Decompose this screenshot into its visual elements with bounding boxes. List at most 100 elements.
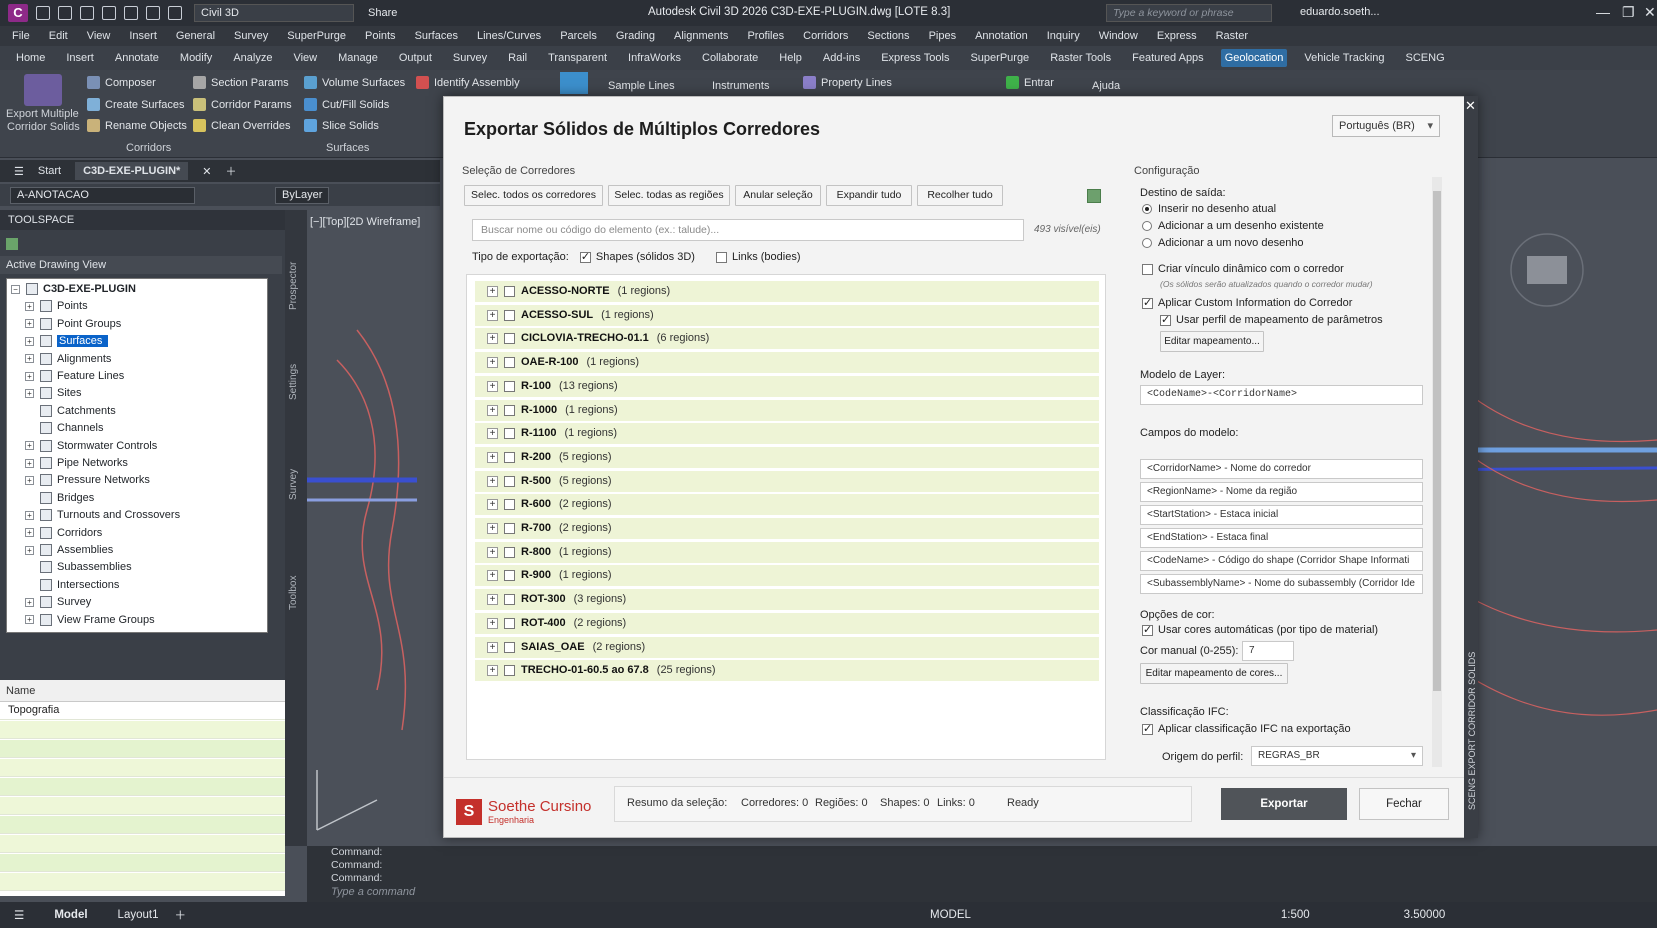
menu-item-inquiry[interactable]: Inquiry [1047, 30, 1080, 42]
expand-icon[interactable]: + [487, 594, 498, 606]
open-icon[interactable] [58, 6, 72, 20]
auto-colors-checkbox[interactable]: Usar cores automáticas (por tipo de mate… [1142, 623, 1378, 636]
expand-icon[interactable]: + [487, 499, 498, 511]
saveas-icon[interactable] [102, 6, 116, 20]
menu-item-express[interactable]: Express [1157, 30, 1197, 42]
sample-lines-icon[interactable] [560, 72, 588, 94]
sample-lines-button[interactable]: Sample Lines [608, 80, 675, 92]
name-column-header[interactable]: Name [0, 680, 285, 702]
dialog-close-icon[interactable]: ✕ [1465, 98, 1476, 114]
undo-icon[interactable] [146, 6, 160, 20]
list-row[interactable] [0, 797, 285, 815]
menu-item-raster[interactable]: Raster [1216, 30, 1248, 42]
app-logo[interactable]: C [8, 4, 28, 22]
ribbon-tab-vehicle-tracking[interactable]: Vehicle Tracking [1300, 49, 1388, 67]
start-tab[interactable]: Start [38, 165, 61, 177]
ribbon-tab-help[interactable]: Help [775, 49, 806, 67]
identify-assembly-button[interactable]: Identify Assembly [416, 76, 520, 89]
active-view-select[interactable]: Active Drawing View [0, 256, 282, 274]
menu-item-general[interactable]: General [176, 30, 215, 42]
corridor-checkbox[interactable] [504, 665, 515, 677]
select-all-corridors-button[interactable]: Selec. todos os corredores [464, 185, 603, 206]
section-params-button[interactable]: Section Params [193, 76, 289, 89]
edit-colors-button[interactable]: Editar mapeamento de cores... [1140, 663, 1288, 684]
corridor-row[interactable]: + ACESSO-NORTE (1 regions) [475, 281, 1099, 302]
tree-item-corridors[interactable]: + Corridors [25, 525, 102, 542]
element-search-input[interactable]: Buscar nome ou código do elemento (ex.: … [472, 219, 1024, 241]
annotation-scale[interactable]: 1:500 [1281, 909, 1310, 921]
corridor-row[interactable]: + R-600 (2 regions) [475, 494, 1099, 516]
corridor-solids-label[interactable]: Corridor Solids [7, 121, 80, 133]
toolspace-icon[interactable] [6, 238, 18, 250]
corridor-row[interactable]: + R-1100 (1 regions) [475, 423, 1099, 445]
user-name[interactable]: eduardo.soeth... [1300, 6, 1380, 18]
corridor-checkbox[interactable] [504, 546, 515, 558]
expand-icon[interactable]: + [487, 380, 498, 392]
expand-icon[interactable]: + [25, 441, 34, 451]
menu-item-pipes[interactable]: Pipes [929, 30, 957, 42]
param-profile-checkbox[interactable]: Usar perfil de mapeamento de parâmetros [1160, 313, 1383, 326]
corridor-checkbox[interactable] [504, 570, 515, 582]
tree-item-point-groups[interactable]: + Point Groups [25, 316, 121, 333]
expand-icon[interactable]: + [25, 371, 34, 381]
list-row[interactable] [0, 816, 285, 834]
menu-icon[interactable]: ☰ [14, 165, 24, 178]
template-field[interactable]: <CorridorName> - Nome do corredor [1140, 459, 1423, 479]
scrollbar-thumb[interactable] [1433, 191, 1441, 691]
menu-item-survey[interactable]: Survey [234, 30, 268, 42]
list-row[interactable] [0, 873, 285, 891]
expand-icon[interactable]: + [25, 510, 34, 520]
tree-item-subassemblies[interactable]: Subassemblies [25, 559, 132, 576]
close-tab-icon[interactable]: ✕ [202, 165, 211, 178]
tree-item-assemblies[interactable]: + Assemblies [25, 542, 113, 559]
close-button[interactable]: Fechar [1359, 788, 1449, 820]
clean-overrides-button[interactable]: Clean Overrides [193, 119, 290, 132]
edit-mapping-button[interactable]: Editar mapeamento... [1160, 331, 1264, 352]
menu-item-corridors[interactable]: Corridors [803, 30, 848, 42]
corridor-checkbox[interactable] [504, 451, 515, 463]
ribbon-tab-output[interactable]: Output [395, 49, 436, 67]
menu-item-surfaces[interactable]: Surfaces [415, 30, 458, 42]
add-layout-icon[interactable]: ＋ [174, 907, 186, 923]
ribbon-tab-annotate[interactable]: Annotate [111, 49, 163, 67]
menu-item-profiles[interactable]: Profiles [747, 30, 784, 42]
entrar-button[interactable]: Entrar [1006, 76, 1054, 89]
menu-item-insert[interactable]: Insert [129, 30, 157, 42]
side-tab-prospector[interactable]: Prospector [288, 262, 299, 310]
corridor-checkbox[interactable] [504, 333, 515, 345]
expand-icon[interactable]: + [25, 545, 34, 555]
corridor-checkbox[interactable] [504, 309, 515, 321]
expand-icon[interactable]: + [487, 333, 498, 345]
expand-icon[interactable]: + [487, 641, 498, 653]
menu-item-points[interactable]: Points [365, 30, 396, 42]
list-row[interactable] [0, 740, 285, 758]
expand-icon[interactable]: + [487, 617, 498, 629]
corridor-row[interactable]: + ROT-400 (2 regions) [475, 612, 1099, 634]
model-space-toggle[interactable]: MODEL [930, 909, 971, 921]
expand-icon[interactable]: + [487, 404, 498, 416]
expand-icon[interactable]: + [487, 357, 498, 369]
slice-solids-button[interactable]: Slice Solids [304, 119, 379, 132]
corridor-checkbox[interactable] [504, 404, 515, 416]
list-item-topografia[interactable]: Topografia [8, 704, 59, 716]
expand-icon[interactable]: + [487, 286, 498, 297]
menu-item-alignments[interactable]: Alignments [674, 30, 728, 42]
list-row[interactable] [0, 759, 285, 777]
corridor-checkbox[interactable] [504, 428, 515, 440]
close-icon[interactable]: ✕ [1644, 4, 1656, 21]
corridor-row[interactable]: + CICLOVIA-TRECHO-01.1 (6 regions) [475, 328, 1099, 350]
expand-icon[interactable]: + [25, 475, 34, 485]
expand-icon[interactable]: + [25, 528, 34, 538]
corridor-checkbox[interactable] [504, 523, 515, 534]
tree-item-pipe-networks[interactable]: + Pipe Networks [25, 455, 128, 472]
corridor-row[interactable]: + ROT-300 (3 regions) [475, 589, 1099, 611]
menu-icon[interactable]: ☰ [14, 908, 24, 922]
origin-select[interactable]: REGRAS_BR ▾ [1251, 746, 1423, 766]
redo-icon[interactable] [168, 6, 182, 20]
select-all-regions-button[interactable]: Selec. todas as regiões [608, 185, 730, 206]
tree-item-survey[interactable]: + Survey [25, 594, 91, 611]
ifc-apply-checkbox[interactable]: Aplicar classificação IFC na exportação [1142, 722, 1351, 735]
corridor-row[interactable]: + SAIAS_OAE (2 regions) [475, 636, 1099, 658]
tree-item-turnouts-and-crossovers[interactable]: + Turnouts and Crossovers [25, 507, 180, 524]
corridor-checkbox[interactable] [504, 380, 515, 392]
